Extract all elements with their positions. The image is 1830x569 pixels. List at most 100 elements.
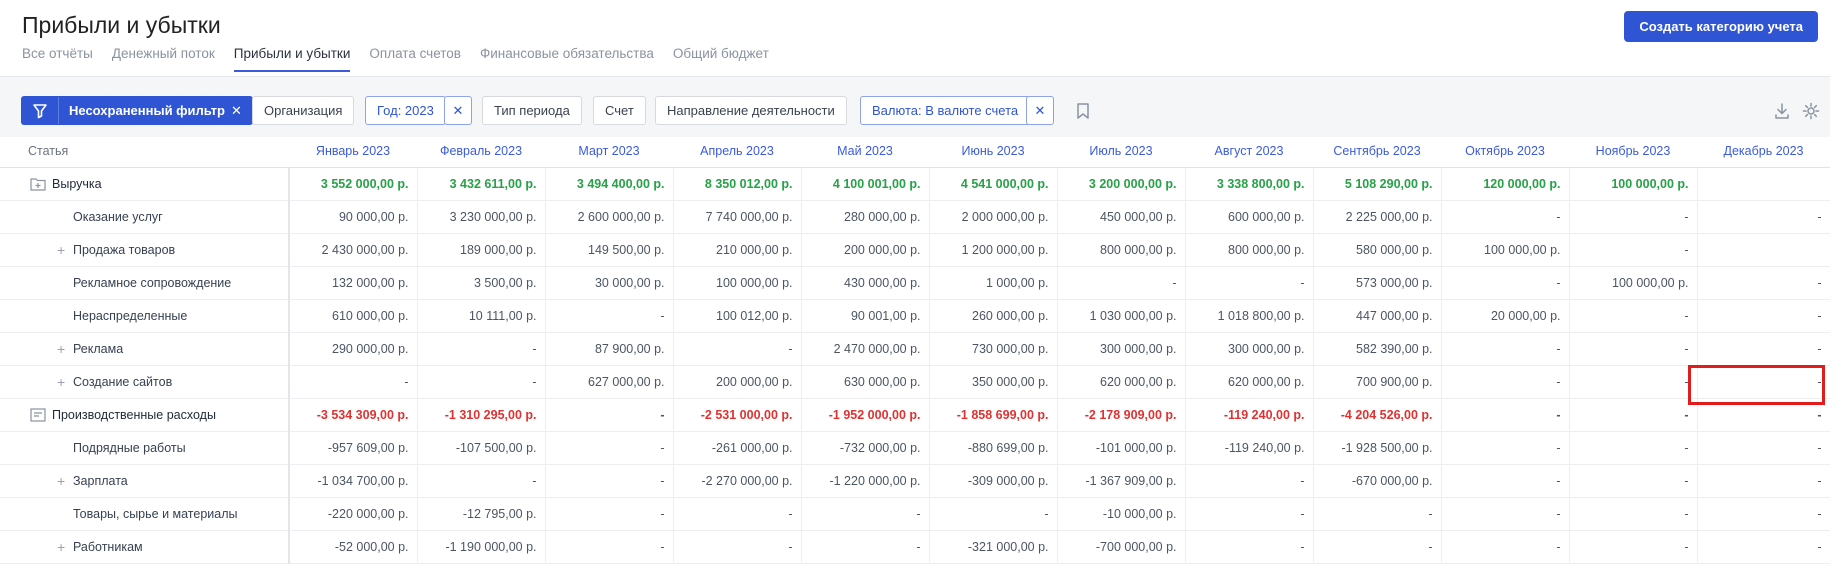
value-cell[interactable]: -880 699,00 р. [929, 431, 1058, 465]
value-cell[interactable]: 1 018 800,00 р. [1185, 299, 1314, 333]
value-cell[interactable]: 3 494 400,00 р. [545, 167, 674, 201]
value-cell[interactable]: - [1697, 299, 1830, 333]
value-cell[interactable]: - [1569, 431, 1698, 465]
value-cell[interactable]: -2 531 000,00 р. [673, 398, 802, 432]
value-cell[interactable]: -2 270 000,00 р. [673, 464, 802, 498]
value-cell[interactable]: - [801, 497, 930, 531]
value-cell[interactable]: - [1313, 530, 1442, 564]
value-cell[interactable]: - [1569, 530, 1698, 564]
value-cell[interactable]: -732 000,00 р. [801, 431, 930, 465]
expand-plus-icon[interactable]: + [57, 474, 65, 488]
value-cell[interactable] [1697, 167, 1830, 201]
row-name-cell[interactable]: + Зарплата [0, 464, 290, 498]
table-row[interactable]: Нераспределенные 610 000,00 р. 10 111,00 р… [0, 299, 1830, 333]
value-cell[interactable]: 620 000,00 р. [1057, 365, 1186, 399]
value-cell[interactable]: - [1441, 431, 1570, 465]
value-cell[interactable]: - [1441, 398, 1570, 432]
column-header-month[interactable]: Апрель 2023 [673, 136, 801, 168]
table-row[interactable]: Рекламное сопровождение 132 000,00 р. 3 50… [0, 266, 1830, 300]
tab-bill-payments[interactable]: Оплата счетов [369, 44, 461, 72]
value-cell[interactable]: - [1697, 365, 1830, 399]
value-cell[interactable]: - [1057, 266, 1186, 300]
tab-all-reports[interactable]: Все отчёты [22, 44, 93, 72]
column-header-month[interactable]: Ноябрь 2023 [1569, 136, 1697, 168]
value-cell[interactable]: - [1441, 464, 1570, 498]
value-cell[interactable]: -321 000,00 р. [929, 530, 1058, 564]
tab-financial-obligations[interactable]: Финансовые обязательства [480, 44, 654, 72]
value-cell[interactable]: 3 432 611,00 р. [417, 167, 546, 201]
column-header-month[interactable]: Июнь 2023 [929, 136, 1057, 168]
saved-filter-button[interactable]: Несохраненный фильтр ✕ [21, 96, 253, 125]
value-cell[interactable]: -3 534 309,00 р. [289, 398, 418, 432]
value-cell[interactable]: 120 000,00 р. [1441, 167, 1570, 201]
value-cell[interactable]: 3 552 000,00 р. [289, 167, 418, 201]
value-cell[interactable]: 300 000,00 р. [1057, 332, 1186, 366]
value-cell[interactable]: 300 000,00 р. [1185, 332, 1314, 366]
value-cell[interactable]: -220 000,00 р. [289, 497, 418, 531]
value-cell[interactable]: 627 000,00 р. [545, 365, 674, 399]
value-cell[interactable]: 100 012,00 р. [673, 299, 802, 333]
value-cell[interactable]: 450 000,00 р. [1057, 200, 1186, 234]
value-cell[interactable]: - [545, 497, 674, 531]
value-cell[interactable]: - [545, 299, 674, 333]
value-cell[interactable]: 2 225 000,00 р. [1313, 200, 1442, 234]
value-cell[interactable]: - [673, 530, 802, 564]
row-name-cell[interactable]: Подрядные работы [0, 431, 290, 465]
value-cell[interactable]: - [1697, 464, 1830, 498]
value-cell[interactable]: - [1697, 497, 1830, 531]
row-name-cell[interactable]: + Реклама [0, 332, 290, 366]
value-cell[interactable]: 2 000 000,00 р. [929, 200, 1058, 234]
row-name-cell[interactable]: Товары, сырье и материалы [0, 497, 290, 531]
value-cell[interactable]: 4 541 000,00 р. [929, 167, 1058, 201]
column-header-month[interactable]: Декабрь 2023 [1697, 136, 1830, 168]
value-cell[interactable]: - [1313, 497, 1442, 531]
organization-filter[interactable]: Организация [252, 96, 355, 125]
currency-filter-clear-icon[interactable]: ✕ [1026, 96, 1054, 125]
table-row[interactable]: + Работникам -52 000,00 р. -1 190 000,00 р.… [0, 530, 1830, 564]
value-cell[interactable]: 87 900,00 р. [545, 332, 674, 366]
column-header-month[interactable]: Август 2023 [1185, 136, 1313, 168]
value-cell[interactable]: 3 230 000,00 р. [417, 200, 546, 234]
value-cell[interactable]: 730 000,00 р. [929, 332, 1058, 366]
value-cell[interactable]: - [1441, 530, 1570, 564]
value-cell[interactable]: 800 000,00 р. [1057, 233, 1186, 267]
value-cell[interactable]: - [417, 464, 546, 498]
tab-general-budget[interactable]: Общий бюджет [673, 44, 769, 72]
value-cell[interactable]: 1 030 000,00 р. [1057, 299, 1186, 333]
value-cell[interactable]: -1 367 909,00 р. [1057, 464, 1186, 498]
value-cell[interactable]: 200 000,00 р. [801, 233, 930, 267]
value-cell[interactable]: 2 600 000,00 р. [545, 200, 674, 234]
value-cell[interactable]: - [545, 530, 674, 564]
column-header-month[interactable]: Февраль 2023 [417, 136, 545, 168]
gear-icon[interactable] [1801, 101, 1821, 121]
value-cell[interactable]: 1 000,00 р. [929, 266, 1058, 300]
value-cell[interactable]: - [1569, 398, 1698, 432]
row-name-cell[interactable]: + Работникам [0, 530, 290, 564]
value-cell[interactable]: - [673, 497, 802, 531]
value-cell[interactable]: 132 000,00 р. [289, 266, 418, 300]
account-filter[interactable]: Счет [593, 96, 646, 125]
value-cell[interactable]: - [801, 530, 930, 564]
column-header-month[interactable]: Март 2023 [545, 136, 673, 168]
value-cell[interactable]: - [545, 431, 674, 465]
value-cell[interactable]: -1 858 699,00 р. [929, 398, 1058, 432]
value-cell[interactable]: -1 034 700,00 р. [289, 464, 418, 498]
value-cell[interactable]: - [417, 365, 546, 399]
year-filter[interactable]: Год: 2023 [365, 96, 446, 125]
value-cell[interactable]: - [1441, 266, 1570, 300]
value-cell[interactable]: - [1697, 266, 1830, 300]
value-cell[interactable]: -10 000,00 р. [1057, 497, 1186, 531]
table-row[interactable]: + Реклама 290 000,00 р. -87 900,00 р. -2 470… [0, 332, 1830, 366]
value-cell[interactable]: 600 000,00 р. [1185, 200, 1314, 234]
value-cell[interactable]: - [1441, 365, 1570, 399]
value-cell[interactable]: 10 111,00 р. [417, 299, 546, 333]
value-cell[interactable]: - [1185, 497, 1314, 531]
value-cell[interactable]: - [673, 332, 802, 366]
row-name-cell[interactable]: Нераспределенные [0, 299, 290, 333]
table-row[interactable]: + Зарплата -1 034 700,00 р. - - -2 270 000,00… [0, 464, 1830, 498]
column-header-month[interactable]: Июль 2023 [1057, 136, 1185, 168]
row-name-cell[interactable]: Выручка [0, 167, 290, 201]
expand-plus-icon[interactable]: + [57, 540, 65, 554]
value-cell[interactable]: - [545, 464, 674, 498]
create-category-button[interactable]: Создать категорию учета [1624, 11, 1818, 42]
